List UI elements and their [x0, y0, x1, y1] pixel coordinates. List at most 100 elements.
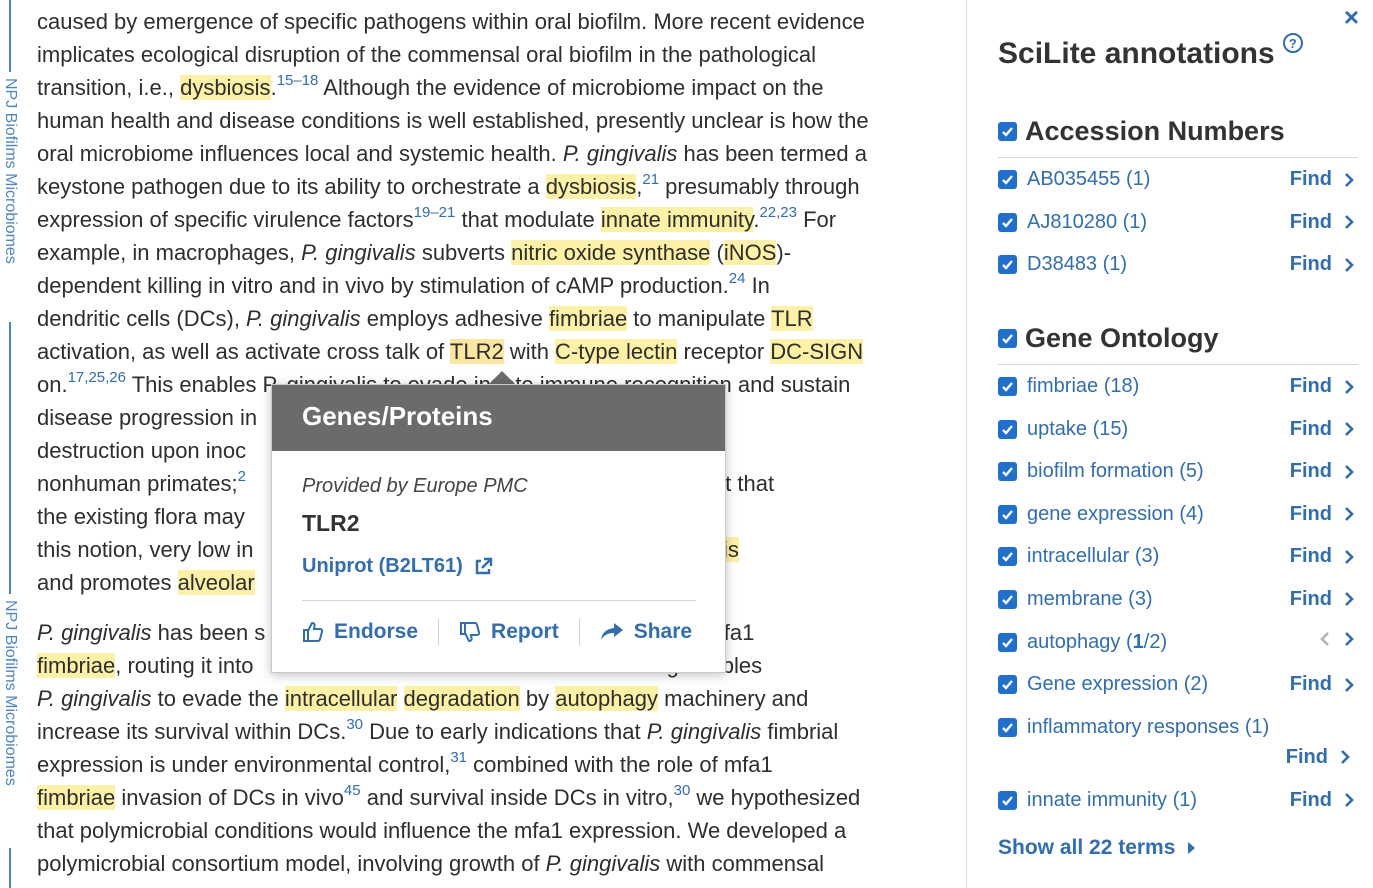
annotation-term-label[interactable]: gene expression (4)	[1027, 503, 1290, 526]
annotated-term[interactable]: alveolar	[177, 570, 255, 595]
find-label: Find	[1289, 788, 1332, 811]
annotation-term-label[interactable]: AB035455 (1)	[1027, 168, 1290, 191]
checkbox-icon[interactable]	[998, 462, 1017, 482]
italic-text: P. gingivalis	[646, 719, 762, 744]
checkbox-icon[interactable]	[998, 504, 1017, 524]
close-icon[interactable]: ×	[1344, 2, 1359, 33]
annotated-term[interactable]: C-type lectin	[555, 339, 678, 364]
article-line: transition, i.e., dysbiosis.15–18 Althou…	[37, 71, 947, 104]
checkbox-icon[interactable]	[998, 589, 1017, 609]
citation-link[interactable]: 19–21	[414, 204, 456, 221]
annotated-term[interactable]: nitric oxide synthase	[511, 240, 711, 265]
journal-label: NPJ Biofilms Microbiomes	[2, 600, 19, 786]
annotated-term[interactable]: dysbiosis	[180, 75, 271, 100]
find-button[interactable]: Find	[1290, 253, 1354, 276]
annotation-term-label[interactable]: autophagy (1/2)	[1027, 631, 1320, 654]
checkbox-icon[interactable]	[998, 255, 1017, 275]
checkbox-icon[interactable]	[998, 377, 1017, 396]
italic-text: P. gingivalis	[246, 306, 361, 331]
citation-link[interactable]: 15–18	[277, 72, 319, 89]
citation-link[interactable]: 2	[238, 468, 246, 485]
find-button[interactable]: Find	[1290, 503, 1354, 526]
find-button[interactable]: Find	[1290, 673, 1354, 696]
citation-link[interactable]: 45	[344, 782, 361, 799]
checkbox-icon[interactable]	[998, 632, 1017, 652]
citation-link[interactable]: 22,23	[759, 204, 797, 221]
citation-link[interactable]: 24	[729, 270, 746, 287]
annotated-term[interactable]: fimbriae	[37, 785, 116, 810]
text-run: receptor	[677, 339, 771, 364]
checkbox-icon[interactable]	[998, 675, 1017, 695]
annotated-term[interactable]: autophagy	[555, 686, 658, 711]
annotation-term-label[interactable]: AJ810280 (1)	[1027, 211, 1290, 234]
checkbox-icon[interactable]	[998, 547, 1017, 567]
text-run: nonhuman primates;	[37, 471, 238, 496]
annotation-term-label[interactable]: D38483 (1)	[1027, 253, 1290, 276]
find-button[interactable]: Find	[1290, 375, 1354, 398]
gene-ontology-heading[interactable]: Gene Ontology	[998, 323, 1358, 365]
checkbox-icon[interactable]	[998, 212, 1017, 232]
article-line: oral microbiome influences local and sys…	[37, 137, 947, 170]
checkbox-icon[interactable]	[998, 717, 1017, 737]
panel-title-text: SciLite annotations	[998, 37, 1275, 70]
find-button[interactable]: Find	[1290, 418, 1354, 441]
annotated-term[interactable]: TLR2	[449, 339, 504, 364]
text-run: with commensal	[660, 851, 825, 876]
text-run: by	[519, 686, 556, 711]
annotation-term-label[interactable]: innate immunity (1)	[1027, 789, 1290, 812]
help-icon[interactable]: ?	[1282, 33, 1303, 53]
annotated-term[interactable]: intracellular	[284, 686, 398, 711]
checkbox-icon[interactable]	[998, 170, 1017, 189]
annotation-term-label[interactable]: uptake (15)	[1027, 418, 1290, 441]
text-run: polymicrobial consortium model, involvin…	[37, 851, 546, 876]
annotated-term[interactable]: fimbriae	[548, 306, 628, 331]
find-button[interactable]: Find	[1290, 789, 1354, 812]
annotation-row: Gene expression (2) Find	[998, 663, 1358, 706]
annotated-term[interactable]: fimbriae	[37, 653, 116, 678]
text-run: dendritic cells (DCs),	[37, 306, 247, 331]
find-button[interactable]: Find	[1290, 168, 1354, 191]
annotation-term-label[interactable]: membrane (3)	[1027, 588, 1290, 611]
annotated-term[interactable]: iNOS	[723, 240, 777, 265]
annotation-term-label[interactable]: inflammatory responses (1)	[1027, 716, 1358, 739]
citation-link[interactable]: 31	[450, 749, 467, 766]
find-button[interactable]: Find	[1286, 746, 1350, 769]
annotation-term-label[interactable]: Gene expression (2)	[1027, 673, 1290, 696]
share-button[interactable]: Share	[600, 620, 692, 644]
annotated-term[interactable]: dysbiosis	[545, 174, 637, 199]
annotation-term-label[interactable]: fimbriae (18)	[1027, 375, 1290, 398]
checkbox-icon[interactable]	[998, 329, 1017, 348]
text-run: to manipulate	[627, 306, 772, 331]
report-button[interactable]: Report	[459, 620, 559, 644]
journal-strip: NPJ Biofilms Microbiomes NPJ Biofilms Mi…	[0, 0, 22, 888]
citation-link[interactable]: 17,25,26	[68, 369, 126, 386]
thumbs-down-icon	[460, 622, 481, 643]
checkbox-icon[interactable]	[998, 790, 1017, 810]
citation-link[interactable]: 30	[346, 716, 363, 733]
chevron-right-icon	[1341, 750, 1350, 765]
show-all-terms-link[interactable]: Show all 22 terms	[998, 836, 1196, 860]
endorse-button[interactable]: Endorse	[302, 620, 418, 644]
annotated-term[interactable]: degradation	[403, 686, 520, 711]
annotated-term[interactable]: innate immunity	[600, 207, 754, 232]
uniprot-link[interactable]: Uniprot (B2LT61)	[302, 555, 695, 578]
citation-link[interactable]: 30	[674, 782, 691, 799]
annotated-term[interactable]: DC-SIGN	[770, 339, 864, 364]
find-button[interactable]: Find	[1290, 211, 1354, 234]
checkbox-icon[interactable]	[998, 122, 1017, 141]
find-button[interactable]: Find	[1290, 588, 1354, 611]
article-line: P. gingivalis to evade the intracellular…	[37, 682, 947, 715]
annotated-term[interactable]: TLR	[771, 306, 813, 331]
find-button[interactable]: Find	[1290, 545, 1354, 568]
citation-link[interactable]: 21	[642, 171, 659, 188]
annotation-term-label[interactable]: intracellular (3)	[1027, 545, 1290, 568]
chevron-left-icon[interactable]	[1320, 631, 1330, 647]
annotation-term-label[interactable]: biofilm formation (5)	[1027, 460, 1290, 483]
find-label: Find	[1289, 502, 1332, 525]
chevron-right-icon[interactable]	[1344, 631, 1354, 647]
accession-heading[interactable]: Accession Numbers	[998, 116, 1358, 158]
find-button[interactable]: Find	[1290, 460, 1354, 483]
checkbox-icon[interactable]	[998, 419, 1017, 439]
text-run: that modulate	[455, 207, 601, 232]
text-run: subverts	[415, 240, 512, 265]
